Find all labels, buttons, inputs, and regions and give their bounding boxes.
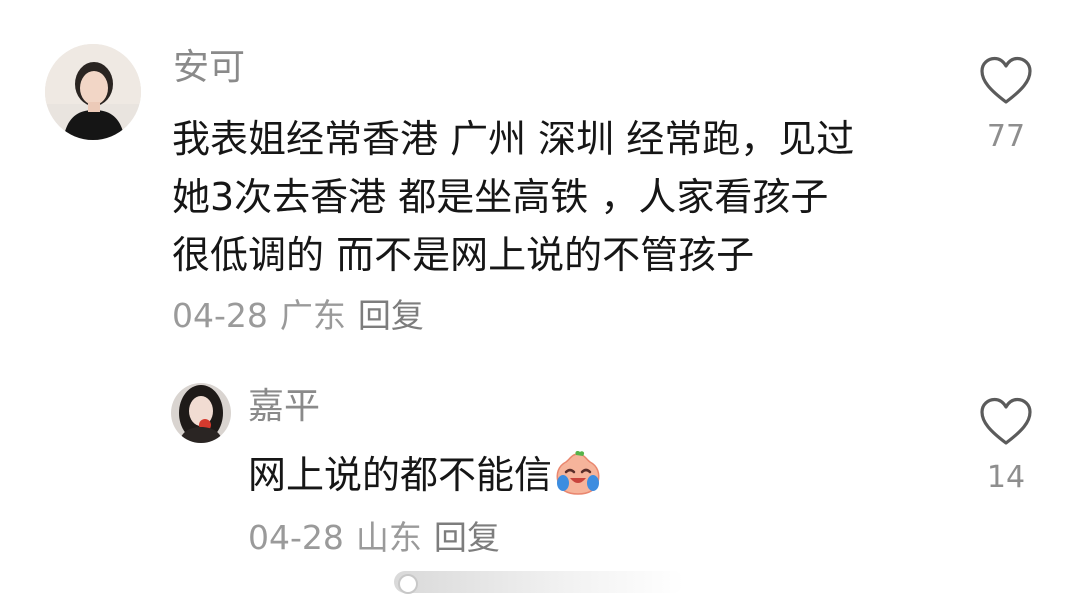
- indicator-knob: [398, 574, 418, 594]
- comment-line: 她3次去香港 都是坐高铁 ，人家看孩子: [172, 175, 829, 219]
- comment-list: 安可 我表姐经常香港 广州 深圳 经常跑，见过 她3次去香港 都是坐高铁 ，人家…: [0, 0, 1079, 605]
- username[interactable]: 安可: [173, 46, 245, 90]
- avatar[interactable]: [171, 383, 231, 443]
- username[interactable]: 嘉平: [248, 385, 320, 429]
- crying-laughing-peach-emoji: [554, 450, 602, 512]
- comment-meta: 04-28 山东 回复: [248, 518, 512, 558]
- reply-button[interactable]: 回复: [358, 296, 424, 335]
- expand-replies-indicator[interactable]: [394, 571, 684, 594]
- comment-location: 广东: [279, 296, 346, 335]
- like-button[interactable]: 14: [966, 396, 1046, 496]
- like-count: 14: [986, 460, 1026, 495]
- comment-text: 网上说的都不能信: [248, 446, 602, 512]
- comment-date: 04-28: [248, 518, 344, 557]
- comment-line: 网上说的都不能信: [248, 453, 553, 497]
- like-button[interactable]: 77: [966, 55, 1046, 155]
- comment-text: 我表姐经常香港 广州 深圳 经常跑，见过 她3次去香港 都是坐高铁 ，人家看孩子…: [172, 110, 854, 284]
- heart-outline-icon: [980, 56, 1032, 104]
- reply-button[interactable]: 回复: [434, 518, 500, 557]
- comment-line: 很低调的 而不是网上说的不管孩子: [172, 233, 755, 277]
- comment-date: 04-28: [172, 296, 268, 335]
- heart-outline-icon: [980, 397, 1032, 445]
- comment-location: 山东: [355, 518, 422, 557]
- avatar[interactable]: [45, 44, 141, 140]
- comment-line: 我表姐经常香港 广州 深圳 经常跑，见过: [172, 117, 855, 161]
- comment-meta: 04-28 广东 回复: [172, 296, 436, 336]
- like-count: 77: [986, 119, 1026, 154]
